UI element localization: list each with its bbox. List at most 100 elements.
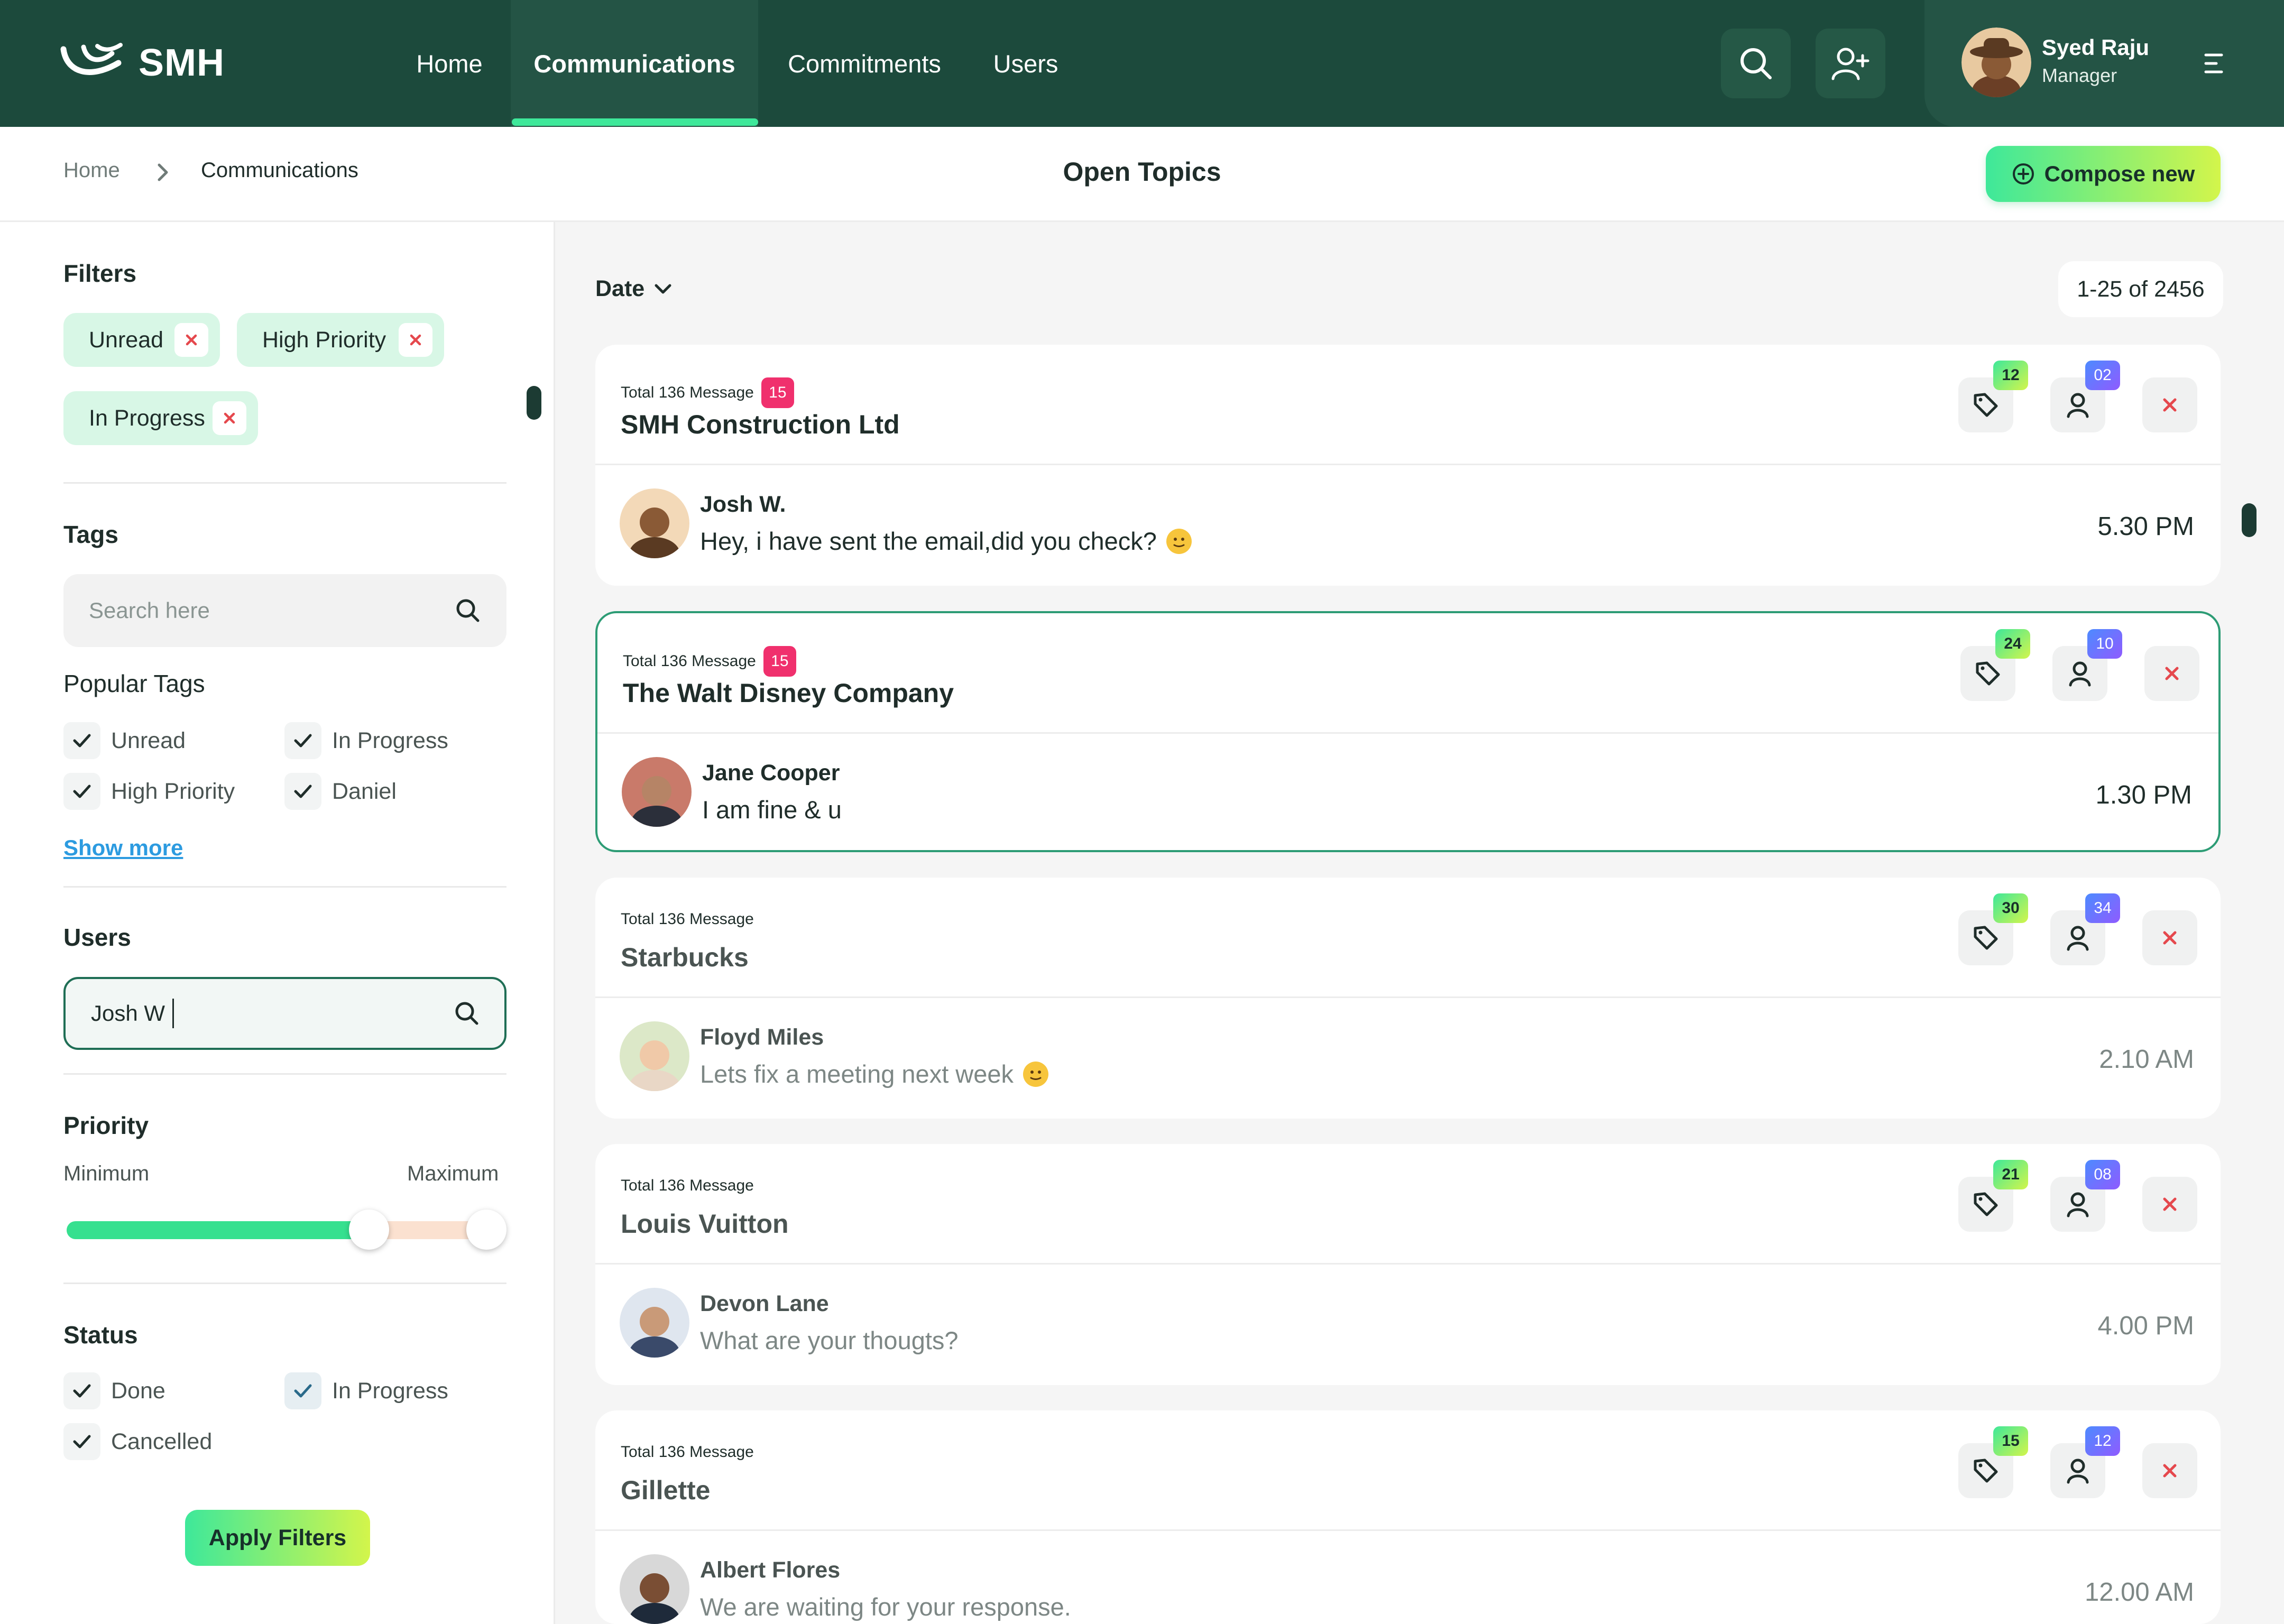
- company-name[interactable]: The Walt Disney Company: [623, 678, 954, 708]
- total-messages: Total 136 Message: [621, 1443, 754, 1461]
- menu-button[interactable]: [2204, 52, 2225, 75]
- search-icon: [1737, 45, 1774, 82]
- global-search-button[interactable]: [1721, 29, 1791, 98]
- topic-card[interactable]: Total 136 Message 15 The Walt Disney Com…: [595, 611, 2221, 852]
- checkbox[interactable]: [63, 773, 100, 810]
- topic-header: Total 136 Message 15 SMH Construction Lt…: [595, 345, 2221, 465]
- checkbox[interactable]: [63, 722, 100, 759]
- tag-icon: [1974, 1192, 1998, 1216]
- nav-commitments[interactable]: Commitments: [772, 0, 957, 127]
- nav-active-indicator: [512, 118, 758, 126]
- brand-logo[interactable]: SMH: [59, 41, 225, 85]
- sender-name: Josh W.: [700, 492, 786, 517]
- checkbox[interactable]: [284, 773, 321, 810]
- priority-slider-fill[interactable]: [67, 1221, 368, 1239]
- users-search-input[interactable]: Josh W: [63, 977, 506, 1050]
- sender-avatar: [620, 1554, 689, 1624]
- user-icon: [2067, 1459, 2089, 1484]
- topic-header: Total 136 Message Starbucks 30 34: [595, 878, 2221, 998]
- tag-checkbox-daniel[interactable]: Daniel: [284, 773, 397, 810]
- sender-avatar: [620, 1021, 689, 1091]
- nav-users[interactable]: Users: [973, 0, 1079, 127]
- priority-slider-min-handle[interactable]: [349, 1210, 389, 1250]
- main-scrollbar[interactable]: [2242, 503, 2257, 537]
- priority-max-label: Maximum: [407, 1162, 499, 1185]
- nav-home[interactable]: Home: [397, 0, 502, 127]
- total-messages: Total 136 Message 15: [623, 646, 796, 677]
- topic-card[interactable]: Total 136 Message Louis Vuitton 21 08 De…: [595, 1144, 2221, 1385]
- close-topic-button[interactable]: [2142, 910, 2197, 965]
- close-topic-button[interactable]: [2142, 1177, 2197, 1232]
- topic-card[interactable]: Total 136 Message Gillette 15 12 Albert …: [595, 1410, 2221, 1624]
- close-icon: [2163, 931, 2177, 945]
- check-icon: [294, 734, 312, 748]
- status-checkbox-in-progress[interactable]: In Progress: [284, 1372, 448, 1409]
- checkbox[interactable]: [284, 1372, 321, 1409]
- company-name[interactable]: Louis Vuitton: [621, 1208, 789, 1239]
- close-icon: [2163, 1464, 2177, 1478]
- divider: [63, 1282, 506, 1284]
- participants-count-badge: 02: [2085, 361, 2120, 390]
- company-name[interactable]: Starbucks: [621, 942, 749, 973]
- participants-count-badge: 34: [2085, 893, 2120, 923]
- show-more-link[interactable]: Show more: [63, 835, 183, 861]
- close-topic-button[interactable]: [2144, 646, 2199, 701]
- smile-emoji-icon: [1023, 1061, 1049, 1087]
- priority-slider-max-handle[interactable]: [466, 1210, 506, 1250]
- topic-card[interactable]: Total 136 Message Starbucks 30 34 Floyd …: [595, 878, 2221, 1119]
- users-title: Users: [63, 924, 131, 951]
- sender-name: Floyd Miles: [700, 1025, 824, 1050]
- total-messages: Total 136 Message: [621, 1177, 754, 1194]
- users-search-value: Josh W: [91, 1001, 165, 1026]
- chip-label: High Priority: [262, 327, 386, 353]
- apply-filters-button[interactable]: Apply Filters: [185, 1510, 370, 1566]
- total-messages: Total 136 Message: [621, 910, 754, 928]
- status-checkbox-cancelled[interactable]: Cancelled: [63, 1423, 212, 1460]
- check-icon: [73, 1384, 91, 1398]
- company-name[interactable]: Gillette: [621, 1475, 710, 1506]
- tag-icon: [1974, 926, 1998, 950]
- tag-checkbox-high-priority[interactable]: High Priority: [63, 773, 235, 810]
- user-icon: [2067, 1192, 2089, 1217]
- priority-title: Priority: [63, 1112, 149, 1139]
- close-icon: [2165, 667, 2179, 680]
- close-icon: [2163, 398, 2177, 412]
- message-preview: What are your thougts?: [700, 1326, 959, 1354]
- add-user-button[interactable]: [1816, 29, 1885, 98]
- sidebar-scrollbar[interactable]: [527, 386, 541, 420]
- close-topic-button[interactable]: [2142, 377, 2197, 432]
- remove-chip-button[interactable]: [399, 323, 432, 357]
- company-name[interactable]: SMH Construction Ltd: [621, 409, 900, 440]
- checkbox[interactable]: [63, 1372, 100, 1409]
- tag-icon: [1976, 661, 2000, 686]
- checkbox[interactable]: [284, 722, 321, 759]
- close-icon: [2163, 1197, 2177, 1211]
- filter-chip-unread: Unread: [63, 313, 220, 367]
- tag-icon: [1974, 1459, 1998, 1483]
- filter-chip-in-progress: In Progress: [63, 391, 258, 445]
- popular-tags-title: Popular Tags: [63, 670, 205, 697]
- sender-avatar: [622, 757, 692, 827]
- tag-checkbox-unread[interactable]: Unread: [63, 722, 186, 759]
- message-preview: Hey, i have sent the email,did you check…: [700, 527, 1192, 556]
- nav-communications[interactable]: Communications: [511, 0, 758, 127]
- chevron-down-icon: [654, 283, 672, 295]
- text-cursor: [172, 999, 174, 1028]
- tags-count-badge: 15: [1993, 1426, 2028, 1456]
- logo-mark-icon: [59, 42, 127, 84]
- compose-new-button[interactable]: Compose new: [1986, 146, 2221, 202]
- breadcrumb-home[interactable]: Home: [63, 159, 120, 182]
- search-icon: [455, 597, 481, 624]
- status-checkbox-done[interactable]: Done: [63, 1372, 165, 1409]
- profile-avatar[interactable]: [1961, 27, 2031, 97]
- tags-search-input[interactable]: Search here: [63, 574, 506, 647]
- close-topic-button[interactable]: [2142, 1443, 2197, 1498]
- remove-chip-button[interactable]: [213, 401, 246, 435]
- tag-checkbox-in-progress[interactable]: In Progress: [284, 722, 448, 759]
- checkbox[interactable]: [63, 1423, 100, 1460]
- profile-role: Manager: [2042, 64, 2117, 86]
- remove-chip-button[interactable]: [174, 323, 208, 357]
- sort-by-date-dropdown[interactable]: Date: [595, 276, 672, 302]
- tags-search-placeholder: Search here: [89, 598, 210, 623]
- topic-card[interactable]: Total 136 Message 15 SMH Construction Lt…: [595, 345, 2221, 586]
